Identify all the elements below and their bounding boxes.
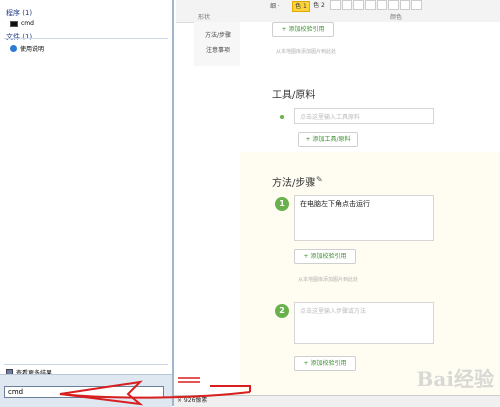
watermark-logo: Bai经验	[416, 367, 494, 391]
arrow-head	[59, 380, 144, 406]
upload-image-note[interactable]: 从本地图库添加图片到此处	[276, 48, 336, 55]
nav-item-steps[interactable]: 方法/步骤	[196, 30, 240, 39]
document-icon	[10, 45, 17, 52]
program-item-cmd[interactable]: cmd	[10, 20, 34, 27]
section-nav	[194, 22, 241, 66]
add-citation-button[interactable]: + 添加校验引用	[272, 22, 334, 37]
edit-pencil-icon[interactable]: ✎	[316, 175, 323, 184]
red-arrow-annotation	[59, 377, 251, 406]
color-1-button[interactable]: 色 1	[292, 1, 310, 12]
file-item-readme[interactable]: 使用说明	[10, 44, 44, 53]
palette-swatch[interactable]	[411, 0, 422, 10]
nav-item-notes[interactable]: 注意事项	[196, 45, 240, 54]
step-2-add-citation-button[interactable]: + 添加校验引用	[294, 356, 356, 371]
color-group-label: 颜色	[390, 14, 403, 21]
palette-swatch[interactable]	[341, 0, 353, 10]
palette-swatch[interactable]	[376, 0, 388, 10]
palette-swatch[interactable]	[388, 0, 399, 10]
color-2-button[interactable]: 色 2	[312, 1, 326, 10]
program-item-label: cmd	[21, 20, 34, 27]
files-header: 文件 (1)	[6, 33, 33, 41]
palette-swatch[interactable]	[364, 0, 376, 10]
step-2-input[interactable]: 点击这里输入步骤或方法	[294, 302, 434, 344]
divider	[4, 38, 168, 39]
step-number-badge: 2	[275, 304, 289, 318]
tools-section-title: 工具/原料	[272, 90, 316, 101]
step-number-badge: 1	[275, 197, 289, 211]
step-1-add-citation-button[interactable]: + 添加校验引用	[294, 249, 356, 264]
programs-header: 程序 (1)	[6, 9, 33, 17]
add-tools-button[interactable]: + 添加工具/原料	[298, 132, 358, 147]
steps-section-title: 方法/步骤	[272, 178, 316, 189]
tools-input[interactable]: 点击这里输入工具原料	[294, 108, 434, 124]
line-weight-option[interactable]: 细 ·	[270, 1, 280, 10]
file-item-label: 使用说明	[20, 46, 45, 53]
start-menu-panel	[0, 0, 174, 406]
bullet-dot	[280, 115, 284, 119]
arrow-tail	[210, 385, 251, 392]
palette-swatch[interactable]	[330, 0, 341, 10]
divider	[4, 364, 168, 365]
step-1-text[interactable]: 在电脑左下角点击运行	[294, 195, 434, 241]
cmd-icon	[10, 20, 18, 27]
color-palette[interactable]	[330, 0, 422, 10]
shape-group-label: 形状	[198, 14, 211, 21]
palette-swatch[interactable]	[399, 0, 411, 10]
palette-swatch[interactable]	[353, 0, 364, 10]
step-1-upload-note[interactable]: 从本地图库添加图片到此处	[298, 276, 358, 283]
arrow-marks	[178, 377, 200, 383]
